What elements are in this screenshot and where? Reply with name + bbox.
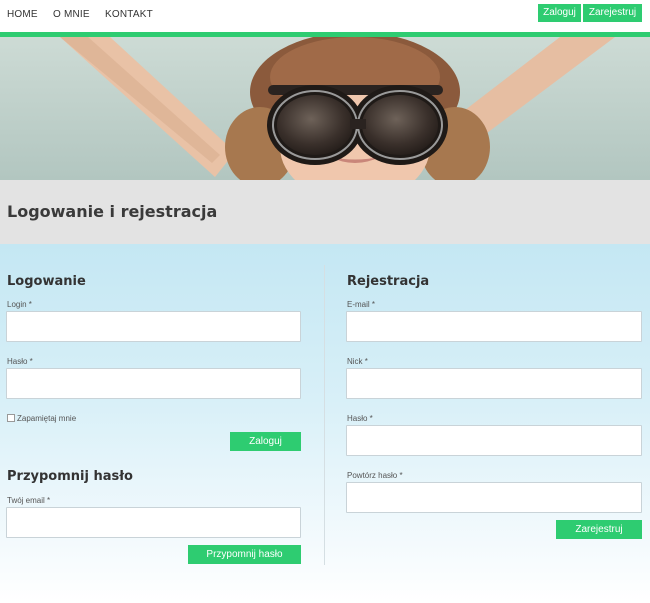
register-submit-button[interactable]: Zarejestruj (556, 520, 642, 539)
register-nick-label: Nick * (347, 357, 368, 366)
top-navbar: HOME O MNIE KONTAKT Zaloguj Zarejestruj (0, 0, 650, 32)
password-field-label: Hasło * (7, 357, 33, 366)
remind-email-label: Twój email * (7, 496, 51, 505)
column-divider (324, 265, 325, 565)
register-section-title: Rejestracja (347, 274, 430, 289)
header-register-button[interactable]: Zarejestruj (583, 4, 642, 22)
login-submit-button[interactable]: Zaloguj (230, 432, 301, 451)
register-password-input[interactable] (346, 425, 642, 456)
register-password-label: Hasło * (347, 414, 373, 423)
header-login-button[interactable]: Zaloguj (538, 4, 581, 22)
login-field-label: Login * (7, 300, 32, 309)
register-email-label: E-mail * (347, 300, 376, 309)
nav-home-link[interactable]: HOME (7, 9, 38, 20)
hero-image (0, 37, 650, 180)
register-repeat-password-label: Powtórz hasło * (347, 471, 403, 480)
nav-about-link[interactable]: O MNIE (53, 9, 90, 20)
register-email-input[interactable] (346, 311, 642, 342)
register-repeat-password-input[interactable] (346, 482, 642, 513)
remind-email-input[interactable] (6, 507, 301, 538)
page-title: Logowanie i rejestracja (7, 202, 218, 221)
login-section-title: Logowanie (7, 274, 86, 289)
password-input[interactable] (6, 368, 301, 399)
remember-me-checkbox[interactable] (7, 414, 15, 422)
nav-contact-link[interactable]: KONTAKT (105, 9, 153, 20)
login-input[interactable] (6, 311, 301, 342)
remind-password-title: Przypomnij hasło (7, 469, 133, 484)
remind-password-button[interactable]: Przypomnij hasło (188, 545, 301, 564)
content-area (0, 244, 650, 603)
remember-me-label: Zapamiętaj mnie (17, 414, 77, 423)
register-nick-input[interactable] (346, 368, 642, 399)
